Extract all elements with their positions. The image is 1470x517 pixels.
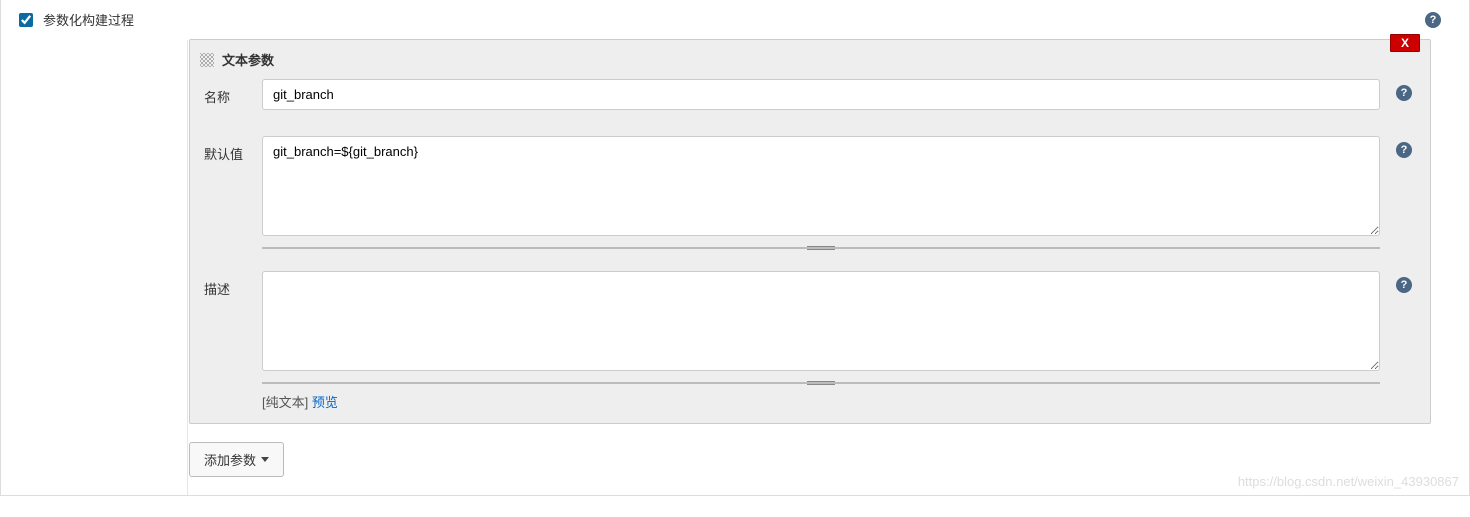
description-textarea[interactable] <box>262 271 1380 371</box>
desc-input-wrap <box>262 271 1380 374</box>
preview-link[interactable]: 预览 <box>312 395 338 410</box>
config-section: 参数化构建过程 ? X 文本参数 名称 ? 默认值 git_branch=${g… <box>0 0 1470 496</box>
name-field-row: 名称 ? <box>190 75 1430 114</box>
resize-grip-icon[interactable] <box>807 246 835 250</box>
resize-bar[interactable] <box>262 247 1380 249</box>
parameter-block: X 文本参数 名称 ? 默认值 git_branch=${git_branch}… <box>189 39 1431 424</box>
default-value-textarea[interactable]: git_branch=${git_branch} <box>262 136 1380 236</box>
add-param-row: 添加参数 <box>189 442 1469 477</box>
add-parameter-button[interactable]: 添加参数 <box>189 442 284 477</box>
desc-field-row: 描述 ? <box>190 267 1430 378</box>
help-icon[interactable]: ? <box>1396 142 1412 158</box>
default-label: 默认值 <box>204 136 262 163</box>
help-icon[interactable]: ? <box>1425 12 1441 28</box>
default-input-wrap: git_branch=${git_branch} <box>262 136 1380 239</box>
name-input-wrap <box>262 79 1380 110</box>
parameterized-build-label: 参数化构建过程 <box>43 10 134 29</box>
help-icon[interactable]: ? <box>1396 85 1412 101</box>
drag-handle-icon[interactable] <box>200 53 214 67</box>
divider <box>187 40 188 495</box>
parameterized-build-row: 参数化构建过程 ? <box>1 0 1469 39</box>
resize-grip-icon[interactable] <box>807 381 835 385</box>
format-plain-text: [纯文本] <box>262 395 308 410</box>
help-icon[interactable]: ? <box>1396 277 1412 293</box>
name-label: 名称 <box>204 79 262 106</box>
desc-label: 描述 <box>204 271 262 298</box>
parameter-header: 文本参数 <box>190 40 1430 75</box>
name-input[interactable] <box>262 79 1380 110</box>
parameter-title: 文本参数 <box>222 50 274 69</box>
chevron-down-icon <box>261 457 269 462</box>
add-parameter-label: 添加参数 <box>204 450 256 469</box>
parameterized-build-checkbox[interactable] <box>19 13 33 27</box>
default-field-row: 默认值 git_branch=${git_branch} ? <box>190 132 1430 243</box>
resize-bar[interactable] <box>262 382 1380 384</box>
format-hint: [纯文本] 预览 <box>190 384 1430 411</box>
